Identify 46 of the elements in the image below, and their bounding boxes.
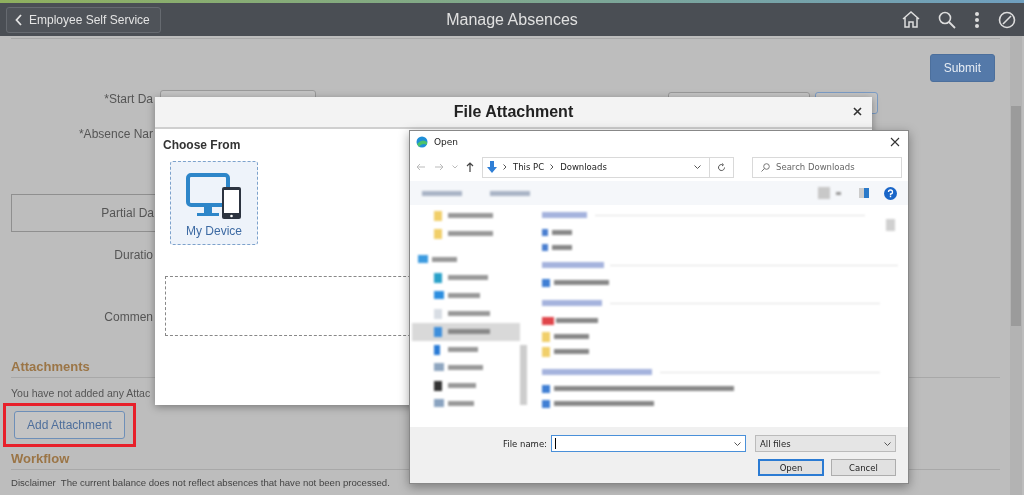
more-options-icon[interactable] (974, 11, 980, 28)
back-button[interactable]: Employee Self Service (6, 6, 161, 33)
field-label: *Start Da (103, 92, 153, 106)
home-icon[interactable] (902, 11, 920, 28)
breadcrumb-item[interactable]: Downloads (560, 162, 607, 172)
disclaimer-label: Disclaimer (11, 477, 56, 488)
chevron-down-icon[interactable] (734, 441, 741, 446)
address-bar[interactable]: This PC Downloads (482, 156, 710, 178)
field-label: Commen (103, 310, 153, 324)
open-button[interactable]: Open (758, 459, 824, 476)
devices-icon (185, 173, 243, 220)
modal-title: File Attachment (453, 103, 574, 121)
browser-icon (416, 136, 428, 148)
download-arrow-icon (487, 161, 497, 173)
preview-pane-icon[interactable] (858, 187, 870, 199)
search-field[interactable]: Search Downloads (752, 156, 902, 178)
file-type-dropdown[interactable]: All files (755, 435, 896, 452)
chevron-right-icon (503, 164, 507, 170)
compass-icon[interactable] (998, 10, 1016, 29)
section-label: Choose From (163, 138, 241, 152)
attachments-message: You have not added any Attac (11, 387, 152, 399)
close-icon[interactable] (853, 107, 862, 116)
chevron-right-icon (550, 164, 555, 170)
close-icon[interactable] (890, 137, 900, 147)
page-title: Manage Absences (446, 10, 578, 29)
field-label: *Absence Nar (77, 127, 153, 141)
help-icon[interactable] (884, 186, 897, 200)
cancel-button[interactable]: Cancel (831, 459, 896, 476)
refresh-button[interactable] (710, 156, 734, 178)
up-arrow-icon[interactable] (466, 162, 474, 172)
search-icon (761, 162, 770, 172)
field-label: Partial Da (101, 206, 155, 220)
chevron-left-icon (15, 13, 23, 26)
search-icon[interactable] (938, 10, 956, 29)
file-name-field[interactable] (551, 435, 746, 452)
breadcrumb-item[interactable]: This PC (513, 162, 545, 172)
chevron-down-icon (884, 441, 891, 446)
field-label: Duratio (113, 248, 153, 262)
disclaimer-text: The current balance does not reflect absences that have not been processed. (60, 477, 390, 488)
file-name-label: File name: (503, 438, 547, 449)
submit-button[interactable]: Submit (929, 54, 995, 82)
scrollbar[interactable] (1010, 36, 1022, 495)
chevron-down-icon[interactable] (694, 165, 701, 169)
source-tile[interactable]: My Device (170, 161, 258, 245)
dialog-title: Open (434, 137, 459, 147)
refresh-icon (717, 162, 726, 172)
